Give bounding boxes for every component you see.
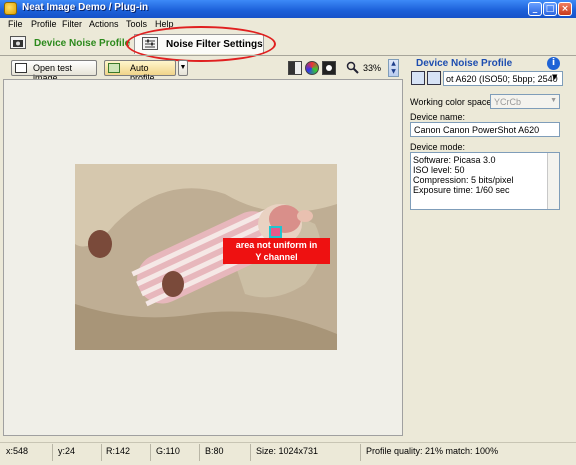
- profile-select[interactable]: ot A620 (ISO50; 5bpp; 2540: [443, 71, 563, 86]
- menu-tools[interactable]: Tools: [126, 19, 147, 29]
- maximize-button[interactable]: □: [543, 2, 557, 16]
- device-mode-scrollbar[interactable]: [547, 153, 559, 209]
- status-separator: [52, 444, 53, 461]
- minimize-button[interactable]: _: [528, 2, 542, 16]
- device-mode-line: Software: Picasa 3.0: [413, 155, 496, 165]
- color-channels-icon[interactable]: [305, 61, 319, 75]
- status-r: R:142: [106, 446, 131, 456]
- menu-bar: [0, 18, 576, 30]
- warning-line-2: Y channel: [255, 252, 298, 262]
- device-name-value: Canon Canon PowerShot A620: [414, 125, 540, 135]
- status-separator: [150, 444, 151, 461]
- panel-title: Device Noise Profile: [416, 58, 513, 69]
- auto-profile-icon: [108, 63, 120, 73]
- app-icon: [4, 2, 17, 15]
- device-name-input[interactable]: Canon Canon PowerShot A620: [410, 122, 560, 137]
- status-b: B:80: [205, 446, 224, 456]
- device-mode-line: Compression: 5 bits/pixel: [413, 175, 514, 185]
- settings-gear-icon[interactable]: [322, 61, 336, 75]
- menu-filter[interactable]: Filter: [62, 19, 82, 29]
- tab-noise-filter-label: Noise Filter Settings: [166, 39, 263, 50]
- compare-view-icon[interactable]: [288, 61, 302, 75]
- working-color-space-label: Working color space:: [410, 97, 494, 107]
- load-profile-icon[interactable]: [427, 71, 441, 85]
- zoom-spinner[interactable]: ▲ ▼: [388, 59, 399, 77]
- status-separator: [101, 444, 102, 461]
- tab-device-noise-profile[interactable]: Device Noise Profile: [34, 38, 130, 49]
- sliders-icon: [142, 37, 158, 50]
- camera-icon: [10, 36, 26, 49]
- device-name-label: Device name:: [410, 112, 466, 122]
- chevron-down-icon: ▼: [550, 97, 557, 104]
- open-test-image-button[interactable]: Open test image: [11, 60, 97, 83]
- status-separator: [250, 444, 251, 461]
- save-profile-icon[interactable]: [411, 71, 425, 85]
- sample-area-marker[interactable]: [269, 226, 282, 238]
- profile-select-value: ot A620 (ISO50; 5bpp; 2540: [446, 74, 558, 84]
- zoom-level: 33%: [363, 63, 382, 73]
- warning-label: area not uniform in Y channel: [223, 238, 330, 264]
- info-icon[interactable]: i: [547, 57, 560, 70]
- menu-actions[interactable]: Actions: [89, 19, 119, 29]
- status-y: y:24: [58, 446, 76, 456]
- device-mode-textarea[interactable]: Software: Picasa 3.0 ISO level: 50 Compr…: [410, 152, 560, 210]
- auto-profile-dropdown[interactable]: ▼: [178, 60, 188, 76]
- chevron-down-icon[interactable]: ▼: [552, 73, 557, 81]
- status-x: x:548: [6, 446, 29, 456]
- image-icon: [15, 63, 27, 73]
- status-separator: [199, 444, 200, 461]
- status-size: Size: 1024x731: [256, 446, 319, 456]
- warning-line-1: area not uniform in: [235, 240, 318, 250]
- working-color-space-select[interactable]: YCrCb ▼: [490, 94, 560, 109]
- magnifier-icon[interactable]: [346, 61, 359, 77]
- status-profile-quality: Profile quality: 21% match: 100%: [366, 446, 499, 456]
- window-title: Neat Image Demo / Plug-in: [22, 2, 149, 13]
- close-button[interactable]: ×: [558, 2, 572, 16]
- status-separator: [360, 444, 361, 461]
- device-mode-line: Exposure time: 1/60 sec: [413, 185, 510, 195]
- working-color-space-value: YCrCb: [494, 97, 522, 107]
- auto-profile-button[interactable]: Auto profile: [104, 60, 176, 83]
- menu-profile[interactable]: Profile: [31, 19, 57, 29]
- status-g: G:110: [156, 446, 180, 456]
- device-mode-label: Device mode:: [410, 142, 466, 152]
- menu-help[interactable]: Help: [155, 19, 174, 29]
- menu-file[interactable]: File: [8, 19, 23, 29]
- device-mode-line: ISO level: 50: [413, 165, 465, 175]
